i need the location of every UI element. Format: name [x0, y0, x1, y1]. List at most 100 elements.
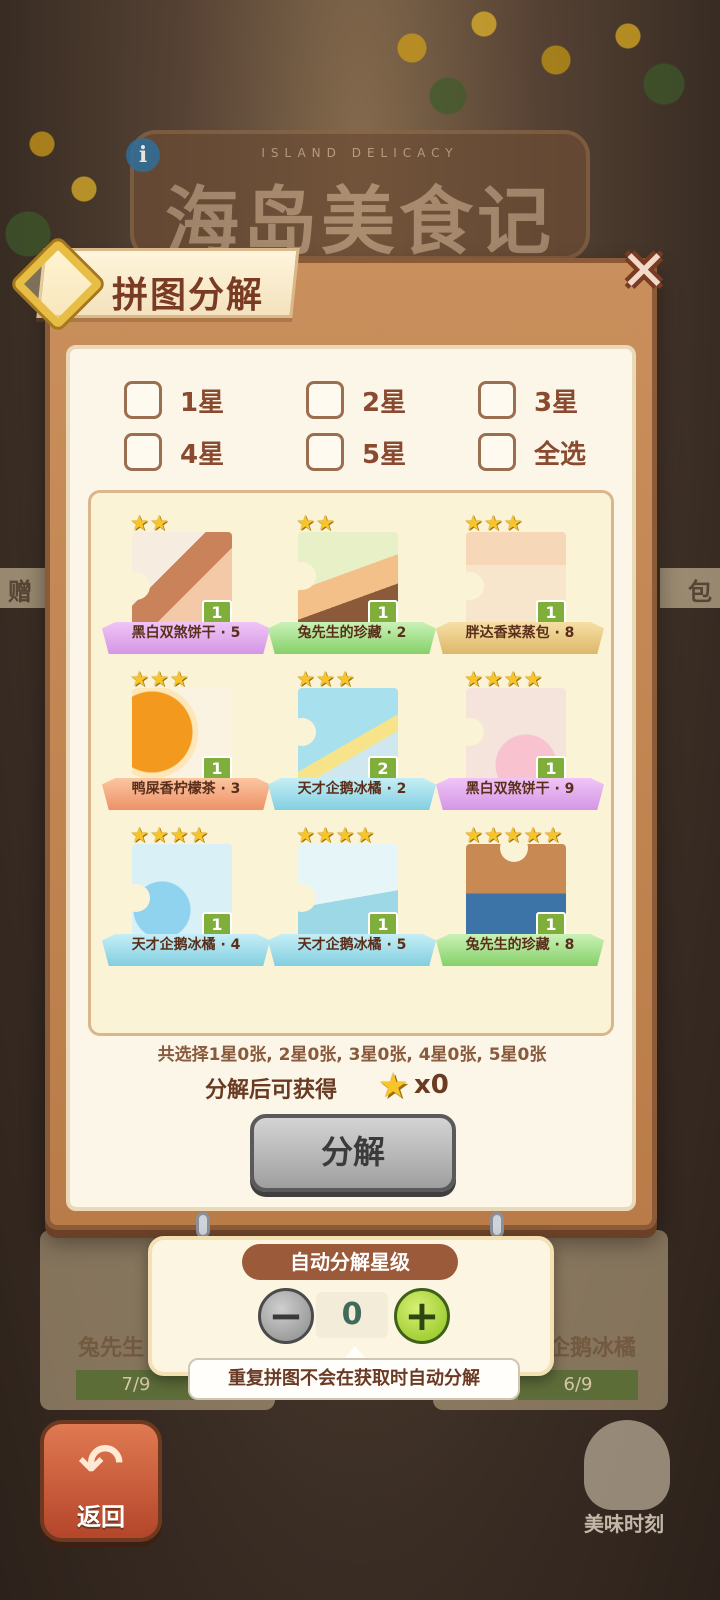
star-icon: ★: [464, 823, 483, 847]
card-name-ribbon: 兔先生的珍藏 · 8: [436, 934, 604, 966]
star-icon: ★: [464, 667, 483, 691]
card-name-ribbon: 兔先生的珍藏 · 2: [268, 622, 436, 654]
star-icon: ★: [315, 511, 335, 535]
star-rating: ★ ★ ★ ★: [464, 668, 542, 690]
star-icon: ★: [523, 823, 543, 847]
star-rating: ★ ★ ★: [296, 668, 354, 690]
puzzle-card[interactable]: ★ ★ ★ ★ 1 天才企鹅冰橘 · 5: [268, 824, 436, 984]
puzzle-card[interactable]: ★ ★ ★ ★ ★ 1 兔先生的珍藏 · 8: [436, 824, 604, 984]
star-icon: ★: [483, 511, 503, 535]
star-rating: ★ ★ ★ ★: [296, 824, 374, 846]
star-icon: ★: [315, 823, 335, 847]
binder-ring-icon: [196, 1212, 210, 1238]
puzzle-card[interactable]: ★ ★ ★ 1 鸭屎香柠檬茶 · 3: [102, 668, 270, 828]
filter-label: 4星: [180, 439, 225, 470]
star-icon: ★: [296, 667, 315, 691]
checkbox[interactable]: [306, 433, 344, 471]
puzzle-card[interactable]: ★ ★ ★ ★ 1 黑白双煞饼干 · 9: [436, 668, 604, 828]
filter-3-star[interactable]: 3星: [478, 380, 578, 420]
filter-1-star[interactable]: 1星: [124, 380, 224, 420]
filter-label: 5星: [362, 439, 407, 470]
card-name-ribbon: 黑白双煞饼干 · 5: [102, 622, 270, 654]
star-icon: ★: [149, 667, 169, 691]
checkbox[interactable]: [306, 381, 344, 419]
plus-button[interactable]: +: [394, 1288, 450, 1344]
selection-summary: 共选择1星0张, 2星0张, 3星0张, 4星0张, 5星0张: [157, 1045, 547, 1065]
mascot-hamster-icon[interactable]: [584, 1420, 670, 1510]
star-rating: ★ ★ ★: [464, 512, 522, 534]
card-name-ribbon: 黑白双煞饼干 · 9: [436, 778, 604, 810]
star-icon: ★: [296, 823, 315, 847]
filter-label: 全选: [534, 439, 587, 470]
osmanthus-leaves: [340, 0, 700, 120]
osmanthus-leaves-left: [0, 90, 140, 270]
dialog-title: 拼图分解: [112, 275, 265, 316]
auto-decompose-tooltip: 重复拼图不会在获取时自动分解: [188, 1358, 520, 1400]
star-icon: ★: [523, 667, 543, 691]
filter-4-star[interactable]: 4星: [124, 432, 224, 472]
star-icon: ★: [315, 667, 335, 691]
puzzle-knob: [298, 884, 316, 912]
card-name-ribbon: 天才企鹅冰橘 · 5: [268, 934, 436, 966]
card-name-ribbon: 鸭屎香柠檬茶 · 3: [102, 778, 270, 810]
star-icon: ★: [464, 511, 483, 535]
star-icon: ★: [483, 823, 503, 847]
filter-2-star[interactable]: 2星: [306, 380, 406, 420]
binder-ring-icon: [490, 1212, 504, 1238]
background-card-label-right: 企鹅冰橘: [548, 1336, 637, 1361]
puzzle-card[interactable]: ★ ★ ★ 2 天才企鹅冰橘 · 2: [268, 668, 436, 828]
checkbox[interactable]: [124, 433, 162, 471]
game-logo: ISLAND DELICACY 海岛美食记: [130, 130, 590, 265]
info-icon[interactable]: i: [126, 138, 160, 172]
star-rating: ★ ★ ★: [130, 668, 188, 690]
minus-button[interactable]: −: [258, 1288, 314, 1344]
star-icon: ★: [503, 511, 523, 535]
checkbox[interactable]: [124, 381, 162, 419]
star-rating: ★ ★: [296, 512, 335, 534]
star-icon: ★: [355, 823, 375, 847]
reward-label: 分解后可获得: [205, 1078, 338, 1103]
puzzle-card[interactable]: ★ ★ 1 黑白双煞饼干 · 5: [102, 512, 270, 672]
star-icon: ★: [189, 823, 209, 847]
decompose-button[interactable]: 分解: [250, 1114, 456, 1192]
star-icon: ★: [335, 667, 355, 691]
star-icon: ★: [169, 667, 189, 691]
filter-label: 3星: [534, 387, 579, 418]
logo-subtitle: ISLAND DELICACY: [261, 146, 459, 160]
puzzle-knob: [298, 718, 316, 746]
star-icon: ★: [483, 667, 503, 691]
star-icon: ★: [503, 823, 523, 847]
puzzle-knob: [466, 572, 484, 600]
star-icon: ★: [130, 823, 149, 847]
mascot-label: 美味时刻: [584, 1512, 664, 1536]
puzzle-card[interactable]: ★ ★ 1 兔先生的珍藏 · 2: [268, 512, 436, 672]
back-arrow-icon: ↶: [78, 1432, 124, 1495]
close-icon[interactable]: ✕: [614, 244, 674, 304]
puzzle-knob: [500, 844, 528, 862]
back-button[interactable]: ↶ 返回: [40, 1420, 162, 1542]
puzzle-knob: [132, 884, 150, 912]
puzzle-card[interactable]: ★ ★ ★ ★ 1 天才企鹅冰橘 · 4: [102, 824, 270, 984]
puzzle-card[interactable]: ★ ★ ★ 1 胖达香菜蒸包 · 8: [436, 512, 604, 672]
reward-count: x0: [414, 1070, 449, 1100]
filter-select-all[interactable]: 全选: [478, 432, 586, 472]
star-icon: ★: [543, 823, 563, 847]
checkbox[interactable]: [478, 381, 516, 419]
star-icon: ★: [169, 823, 189, 847]
star-icon: ★: [296, 511, 315, 535]
filter-label: 1星: [180, 387, 225, 418]
card-name-ribbon: 胖达香菜蒸包 · 8: [436, 622, 604, 654]
back-label: 返回: [77, 1503, 125, 1531]
star-icon: ★: [503, 667, 523, 691]
filter-5-star[interactable]: 5星: [306, 432, 406, 472]
card-name-ribbon: 天才企鹅冰橘 · 4: [102, 934, 270, 966]
background-side-text-left: 赠: [0, 568, 46, 608]
filter-label: 2星: [362, 387, 407, 418]
checkbox[interactable]: [478, 433, 516, 471]
auto-decompose-header: 自动分解星级: [242, 1244, 458, 1280]
star-rating: ★ ★ ★ ★ ★: [464, 824, 562, 846]
star-icon: ★: [130, 511, 149, 535]
background-side-text-right: 包: [660, 568, 720, 608]
star-icon: ★: [130, 667, 149, 691]
star-icon: ★: [335, 823, 355, 847]
